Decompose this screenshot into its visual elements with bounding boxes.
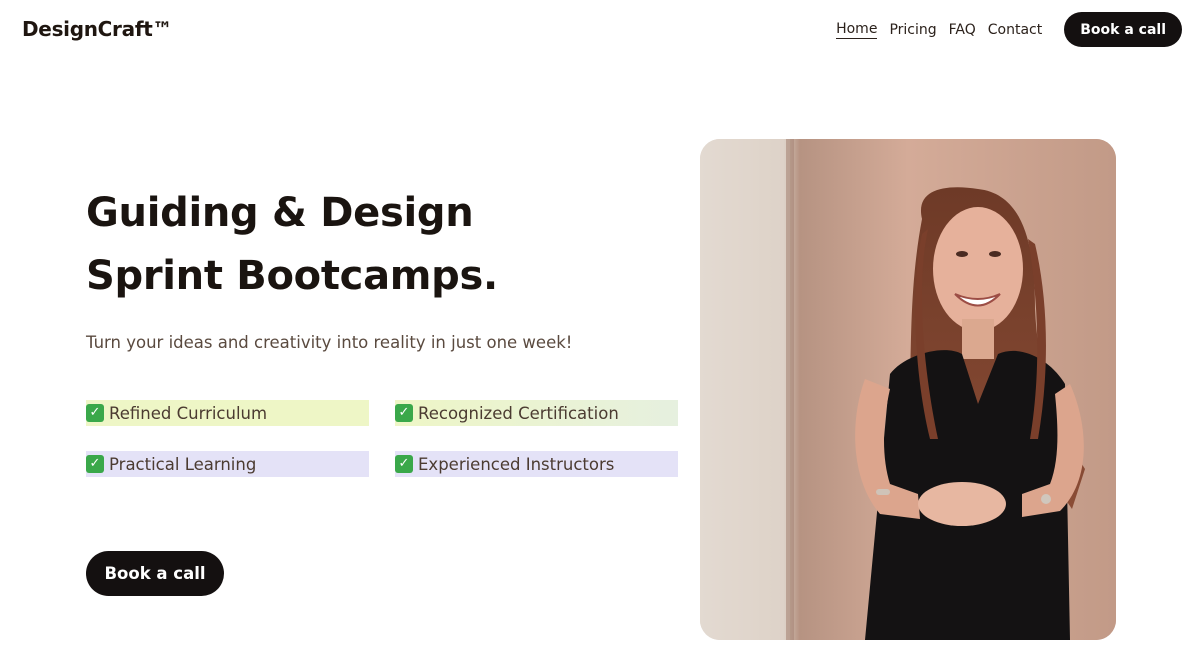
feature-item: ✓ Recognized Certification (395, 400, 678, 426)
instructor-illustration (700, 139, 1116, 640)
feature-list: ✓ Refined Curriculum ✓ Recognized Certif… (86, 400, 678, 477)
feature-label: Practical Learning (109, 454, 257, 474)
header-book-call-button[interactable]: Book a call (1064, 12, 1182, 47)
check-box-icon: ✓ (395, 455, 413, 473)
check-box-icon: ✓ (395, 404, 413, 422)
check-box-icon: ✓ (86, 404, 104, 422)
nav-contact-link[interactable]: Contact (988, 22, 1042, 38)
feature-label: Refined Curriculum (109, 403, 268, 423)
landing-page: DesignCraft™ Home Pricing FAQ Contact Bo… (0, 0, 1200, 659)
hero-subtitle: Turn your ideas and creativity into real… (86, 333, 573, 352)
hero-title-line-2: Sprint Bootcamps. (86, 253, 498, 299)
nav-faq-link[interactable]: FAQ (949, 22, 976, 38)
main-nav: Home Pricing FAQ Contact Book a call (824, 12, 1182, 47)
feature-item: ✓ Refined Curriculum (86, 400, 369, 426)
hero-book-call-button[interactable]: Book a call (86, 551, 224, 596)
check-box-icon: ✓ (86, 455, 104, 473)
feature-label: Recognized Certification (418, 403, 619, 423)
hero-title: Guiding & Design Sprint Bootcamps. (86, 182, 646, 308)
feature-label: Experienced Instructors (418, 454, 615, 474)
hero-title-line-1: Guiding & Design (86, 190, 474, 236)
nav-home-link[interactable]: Home (836, 21, 878, 39)
brand-logo[interactable]: DesignCraft™ (22, 17, 172, 41)
instructor-photo (700, 139, 1116, 640)
feature-item: ✓ Experienced Instructors (395, 451, 678, 477)
feature-item: ✓ Practical Learning (86, 451, 369, 477)
nav-pricing-link[interactable]: Pricing (889, 22, 936, 38)
